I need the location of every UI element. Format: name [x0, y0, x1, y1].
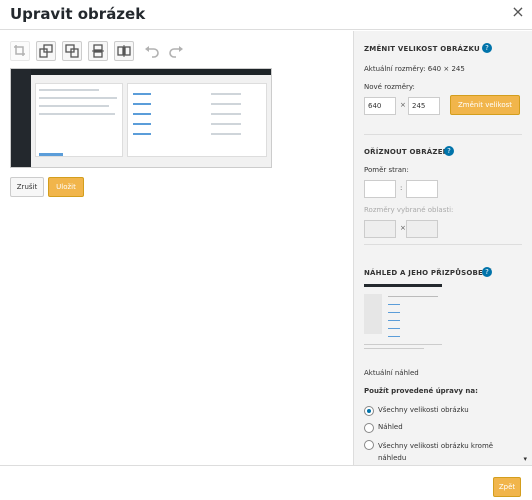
crop-title: OŘÍZNOUT OBRÁZEK: [364, 148, 449, 156]
preview-line: [211, 103, 241, 105]
preview-line: [39, 113, 115, 115]
selection-label: Rozměry vybrané oblasti:: [364, 206, 454, 214]
preview-link: [133, 93, 151, 95]
edit-image-modal: Upravit obrázek × Zrušit Uložit ZMĚNIT V…: [0, 0, 532, 500]
settings-sidebar: ZMĚNIT VELIKOST OBRÁZKU ? Aktuální rozmě…: [353, 31, 532, 465]
times-separator: ×: [400, 101, 406, 109]
preview-line: [39, 105, 109, 107]
close-icon[interactable]: ×: [510, 4, 526, 20]
thumb-line: [364, 348, 424, 349]
preview-sidebar: [11, 69, 31, 167]
cancel-button[interactable]: Zrušit: [10, 177, 44, 197]
scale-button[interactable]: Změnit velikost: [450, 95, 520, 115]
scale-title: ZMĚNIT VELIKOST OBRÁZKU: [364, 45, 480, 53]
radio-thumbnail[interactable]: [364, 423, 374, 433]
undo-icon[interactable]: [144, 43, 160, 59]
preview-button: [39, 153, 63, 156]
option-thumbnail[interactable]: Náhled: [378, 423, 403, 431]
help-icon[interactable]: ?: [482, 43, 492, 53]
ratio-height-input[interactable]: [406, 180, 438, 198]
current-thumbnail-label: Aktuální náhled: [364, 369, 419, 377]
aspect-ratio-label: Poměr stran:: [364, 166, 409, 174]
radio-all-except-thumbnail[interactable]: [364, 440, 374, 450]
thumb-line: [388, 296, 438, 297]
redo-icon[interactable]: [168, 43, 184, 59]
selection-width-input[interactable]: [364, 220, 396, 238]
height-input[interactable]: 245: [408, 97, 440, 115]
help-icon[interactable]: ?: [444, 146, 454, 156]
preview-topbar: [11, 69, 271, 75]
rotate-right-icon[interactable]: [62, 41, 82, 61]
scroll-down-icon[interactable]: ▾: [523, 455, 527, 463]
rotate-left-icon[interactable]: [36, 41, 56, 61]
thumb-link: [388, 328, 400, 329]
selection-separator: ×: [400, 224, 406, 232]
radio-all-sizes[interactable]: [364, 406, 374, 416]
modal-footer: Zpět: [0, 465, 532, 500]
editor-main: Zrušit Uložit: [0, 31, 353, 465]
preview-link: [133, 133, 151, 135]
thumb-left: [364, 294, 382, 334]
thumbnail-title: NÁHLED A JEHO PŘIZPŮSOBENÍ: [364, 269, 492, 277]
preview-line: [39, 97, 117, 99]
thumb-topbar: [364, 284, 442, 287]
divider: [364, 134, 522, 135]
selection-height-input[interactable]: [406, 220, 438, 238]
ratio-width-input[interactable]: [364, 180, 396, 198]
preview-panel-left: [35, 83, 123, 157]
preview-line: [211, 113, 241, 115]
flip-vertical-icon[interactable]: [88, 41, 108, 61]
preview-link: [133, 123, 151, 125]
current-dimensions: Aktuální rozměry: 640 × 245: [364, 65, 465, 73]
save-button[interactable]: Uložit: [48, 177, 84, 197]
image-preview[interactable]: [10, 68, 272, 168]
preview-line: [211, 123, 241, 125]
thumb-link: [388, 336, 400, 337]
new-dimensions-label: Nové rozměry:: [364, 83, 415, 91]
preview-link: [133, 103, 151, 105]
apply-changes-label: Použít provedené úpravy na:: [364, 387, 478, 395]
option-all-except-thumbnail[interactable]: Všechny velikosti obrázku kromě náhledu: [378, 440, 518, 464]
thumb-line: [364, 344, 442, 345]
thumb-link: [388, 320, 400, 321]
modal-title: Upravit obrázek: [10, 5, 146, 23]
modal-header: Upravit obrázek ×: [0, 0, 532, 30]
preview-line: [39, 89, 99, 91]
divider: [364, 244, 522, 245]
thumbnail-preview: [364, 284, 442, 354]
option-all-sizes[interactable]: Všechny velikosti obrázku: [378, 406, 469, 414]
back-button[interactable]: Zpět: [493, 477, 521, 497]
thumb-link: [388, 304, 400, 305]
flip-horizontal-icon[interactable]: [114, 41, 134, 61]
preview-link: [133, 113, 151, 115]
preview-line: [211, 133, 241, 135]
help-icon[interactable]: ?: [482, 267, 492, 277]
thumb-link: [388, 312, 400, 313]
crop-icon[interactable]: [10, 41, 30, 61]
width-input[interactable]: 640: [364, 97, 396, 115]
ratio-separator: :: [400, 184, 403, 192]
preview-line: [211, 93, 241, 95]
